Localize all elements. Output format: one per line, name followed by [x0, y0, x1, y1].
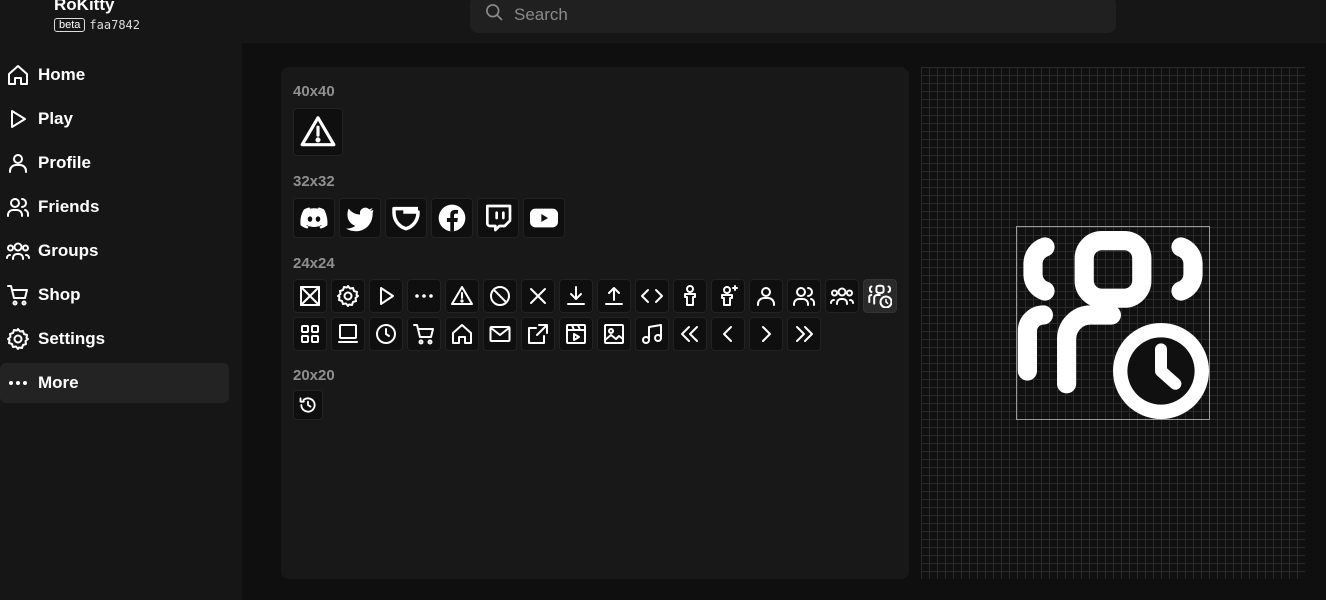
missing-image-icon[interactable] — [293, 279, 327, 313]
section-label-20: 20x20 — [293, 367, 335, 384]
sidebar-item-home[interactable]: Home — [0, 55, 229, 95]
sidebar-item-settings[interactable]: Settings — [0, 319, 229, 359]
top-bar: RoKitty beta faa7842 — [0, 0, 1326, 43]
sidebar: Home Play Profile Friends Groups Shop Se… — [0, 43, 242, 600]
blocked-icon[interactable] — [483, 279, 517, 313]
section-label-24: 24x24 — [293, 255, 335, 272]
sidebar-item-friends[interactable]: Friends — [0, 187, 229, 227]
sidebar-item-shop[interactable]: Shop — [0, 275, 229, 315]
chevron-left-icon[interactable] — [711, 317, 745, 351]
sidebar-item-play[interactable]: Play — [0, 99, 229, 139]
app-name[interactable]: RoKitty — [54, 0, 114, 15]
avatar-sparkle-icon[interactable] — [711, 279, 745, 313]
cart-icon[interactable] — [407, 317, 441, 351]
preview-frame — [1016, 226, 1210, 420]
grid-icon[interactable] — [293, 317, 327, 351]
discord-icon[interactable] — [293, 198, 335, 238]
list-icon[interactable] — [331, 317, 365, 351]
more-icon — [6, 371, 30, 395]
sidebar-item-groups[interactable]: Groups — [0, 231, 229, 271]
more-icon[interactable] — [407, 279, 441, 313]
facebook-icon[interactable] — [431, 198, 473, 238]
chevron-right-icon[interactable] — [749, 317, 783, 351]
sidebar-item-label: Friends — [38, 197, 100, 216]
twitch-icon[interactable] — [477, 198, 519, 238]
chevron-double-left-icon[interactable] — [673, 317, 707, 351]
groups-icon — [6, 239, 30, 263]
download-icon[interactable] — [559, 279, 593, 313]
commit-hash: faa7842 — [89, 18, 140, 32]
youtube-icon[interactable] — [523, 198, 565, 238]
mail-icon[interactable] — [483, 317, 517, 351]
sidebar-item-label: Groups — [38, 241, 99, 260]
profile-icon — [6, 151, 30, 175]
external-link-icon[interactable] — [521, 317, 555, 351]
code-icon[interactable] — [635, 279, 669, 313]
guilded-icon[interactable] — [385, 198, 427, 238]
history-icon[interactable] — [293, 390, 323, 420]
groups-icon[interactable] — [825, 279, 859, 313]
music-icon[interactable] — [635, 317, 669, 351]
avatar-icon[interactable] — [673, 279, 707, 313]
search-input[interactable] — [514, 4, 1074, 25]
video-icon[interactable] — [559, 317, 593, 351]
search-icon — [484, 2, 504, 27]
chevron-double-right-icon[interactable] — [787, 317, 821, 351]
profile-icon[interactable] — [749, 279, 783, 313]
sidebar-item-label: Home — [38, 65, 86, 84]
sidebar-item-label: More — [38, 373, 79, 392]
app-version: beta faa7842 — [54, 17, 140, 33]
gear-icon[interactable] — [331, 279, 365, 313]
upload-icon[interactable] — [597, 279, 631, 313]
warning-icon[interactable] — [445, 279, 479, 313]
cart-icon — [6, 283, 30, 307]
home-icon[interactable] — [445, 317, 479, 351]
groups-clock-icon — [1017, 231, 1209, 419]
clock-icon[interactable] — [369, 317, 403, 351]
friends-icon[interactable] — [787, 279, 821, 313]
section-label-40: 40x40 — [293, 83, 335, 100]
friends-icon — [6, 195, 30, 219]
play-icon[interactable] — [369, 279, 403, 313]
twitter-icon[interactable] — [339, 198, 381, 238]
beta-badge: beta — [54, 18, 86, 32]
play-icon — [6, 107, 30, 131]
close-icon[interactable] — [521, 279, 555, 313]
sidebar-item-profile[interactable]: Profile — [0, 143, 229, 183]
sidebar-item-more[interactable]: More — [0, 363, 229, 403]
icon-gallery: 40x40 32x32 24x24 20x20 — [281, 67, 909, 579]
section-label-32: 32x32 — [293, 173, 335, 190]
sidebar-item-label: Shop — [38, 285, 81, 304]
image-icon[interactable] — [597, 317, 631, 351]
icon-preview-canvas — [921, 67, 1305, 579]
warning-icon[interactable] — [293, 108, 343, 156]
search-bar[interactable] — [470, 0, 1116, 33]
sidebar-item-label: Settings — [38, 329, 106, 348]
gear-icon — [6, 327, 30, 351]
sidebar-item-label: Play — [38, 109, 73, 128]
groups-clock-icon[interactable] — [863, 279, 897, 313]
home-icon — [6, 63, 30, 87]
sidebar-item-label: Profile — [38, 153, 91, 172]
